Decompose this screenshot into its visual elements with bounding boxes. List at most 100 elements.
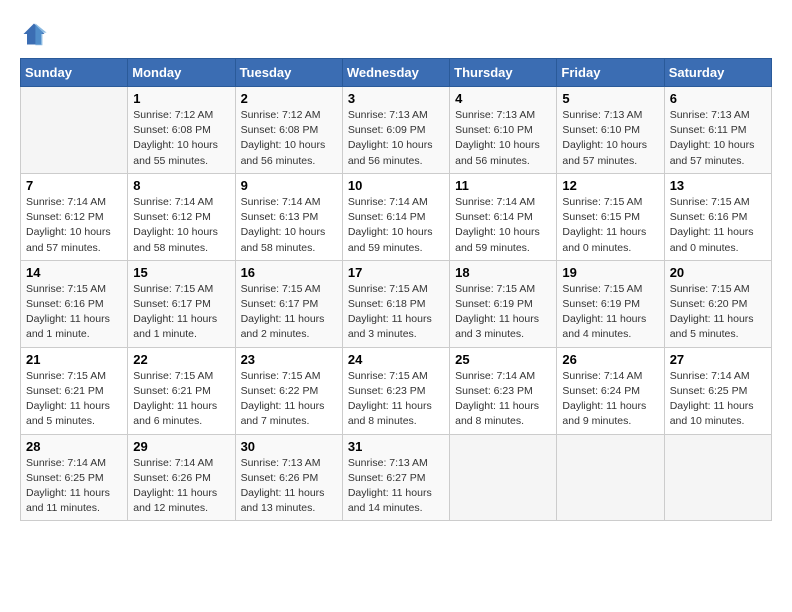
day-number: 18: [455, 265, 551, 280]
calendar-cell: 31 Sunrise: 7:13 AM Sunset: 6:27 PM Dayli…: [342, 434, 449, 521]
calendar-cell: 14 Sunrise: 7:15 AM Sunset: 6:16 PM Dayli…: [21, 260, 128, 347]
day-info: Sunrise: 7:15 AM Sunset: 6:18 PM Dayligh…: [348, 282, 444, 343]
calendar-cell: 16Sunrise: 7:15 AM Sunset: 6:17 PM Dayli…: [235, 260, 342, 347]
day-info: Sunrise: 7:15 AM Sunset: 6:21 PM Dayligh…: [26, 369, 122, 430]
logo: [20, 20, 52, 48]
day-number: 11: [455, 178, 551, 193]
day-info: Sunrise: 7:14 AM Sunset: 6:25 PM Dayligh…: [670, 369, 766, 430]
day-info: Sunrise: 7:12 AM Sunset: 6:08 PM Dayligh…: [241, 108, 337, 169]
header-day-monday: Monday: [128, 59, 235, 87]
day-info: Sunrise: 7:14 AM Sunset: 6:23 PM Dayligh…: [455, 369, 551, 430]
calendar-cell: 21 Sunrise: 7:15 AM Sunset: 6:21 PM Dayli…: [21, 347, 128, 434]
calendar-cell: [21, 87, 128, 174]
day-number: 9: [241, 178, 337, 193]
calendar-cell: 13Sunrise: 7:15 AM Sunset: 6:16 PM Dayli…: [664, 173, 771, 260]
calendar-cell: 25 Sunrise: 7:14 AM Sunset: 6:23 PM Dayli…: [450, 347, 557, 434]
header-day-saturday: Saturday: [664, 59, 771, 87]
day-info: Sunrise: 7:15 AM Sunset: 6:17 PM Dayligh…: [133, 282, 229, 343]
day-info: Sunrise: 7:13 AM Sunset: 6:09 PM Dayligh…: [348, 108, 444, 169]
day-info: Sunrise: 7:15 AM Sunset: 6:21 PM Dayligh…: [133, 369, 229, 430]
day-info: Sunrise: 7:14 AM Sunset: 6:26 PM Dayligh…: [133, 456, 229, 517]
day-number: 10: [348, 178, 444, 193]
day-number: 16: [241, 265, 337, 280]
day-info: Sunrise: 7:15 AM Sunset: 6:16 PM Dayligh…: [670, 195, 766, 256]
calendar-cell: 9 Sunrise: 7:14 AM Sunset: 6:13 PM Daylig…: [235, 173, 342, 260]
calendar-cell: [450, 434, 557, 521]
day-info: Sunrise: 7:15 AM Sunset: 6:15 PM Dayligh…: [562, 195, 658, 256]
calendar-cell: [664, 434, 771, 521]
day-info: Sunrise: 7:13 AM Sunset: 6:10 PM Dayligh…: [455, 108, 551, 169]
week-row-2: 7 Sunrise: 7:14 AM Sunset: 6:12 PM Daylig…: [21, 173, 772, 260]
day-info: Sunrise: 7:14 AM Sunset: 6:25 PM Dayligh…: [26, 456, 122, 517]
day-info: Sunrise: 7:15 AM Sunset: 6:22 PM Dayligh…: [241, 369, 337, 430]
week-row-4: 21 Sunrise: 7:15 AM Sunset: 6:21 PM Dayli…: [21, 347, 772, 434]
week-row-3: 14 Sunrise: 7:15 AM Sunset: 6:16 PM Dayli…: [21, 260, 772, 347]
day-info: Sunrise: 7:15 AM Sunset: 6:19 PM Dayligh…: [562, 282, 658, 343]
calendar-cell: 26 Sunrise: 7:14 AM Sunset: 6:24 PM Dayli…: [557, 347, 664, 434]
day-info: Sunrise: 7:12 AM Sunset: 6:08 PM Dayligh…: [133, 108, 229, 169]
day-info: Sunrise: 7:14 AM Sunset: 6:24 PM Dayligh…: [562, 369, 658, 430]
calendar-cell: 8Sunrise: 7:14 AM Sunset: 6:12 PM Daylig…: [128, 173, 235, 260]
day-number: 8: [133, 178, 229, 193]
calendar-cell: 1Sunrise: 7:12 AM Sunset: 6:08 PM Daylig…: [128, 87, 235, 174]
day-number: 4: [455, 91, 551, 106]
day-number: 29: [133, 439, 229, 454]
day-info: Sunrise: 7:14 AM Sunset: 6:13 PM Dayligh…: [241, 195, 337, 256]
day-info: Sunrise: 7:13 AM Sunset: 6:11 PM Dayligh…: [670, 108, 766, 169]
header-day-wednesday: Wednesday: [342, 59, 449, 87]
calendar-cell: 19Sunrise: 7:15 AM Sunset: 6:19 PM Dayli…: [557, 260, 664, 347]
day-info: Sunrise: 7:14 AM Sunset: 6:12 PM Dayligh…: [26, 195, 122, 256]
calendar-cell: 28 Sunrise: 7:14 AM Sunset: 6:25 PM Dayli…: [21, 434, 128, 521]
calendar-cell: 22 Sunrise: 7:15 AM Sunset: 6:21 PM Dayli…: [128, 347, 235, 434]
day-number: 14: [26, 265, 122, 280]
calendar-table: SundayMondayTuesdayWednesdayThursdayFrid…: [20, 58, 772, 521]
header-day-sunday: Sunday: [21, 59, 128, 87]
day-info: Sunrise: 7:13 AM Sunset: 6:10 PM Dayligh…: [562, 108, 658, 169]
calendar-cell: 23 Sunrise: 7:15 AM Sunset: 6:22 PM Dayli…: [235, 347, 342, 434]
day-number: 23: [241, 352, 337, 367]
day-info: Sunrise: 7:14 AM Sunset: 6:14 PM Dayligh…: [455, 195, 551, 256]
calendar-cell: 27 Sunrise: 7:14 AM Sunset: 6:25 PM Dayli…: [664, 347, 771, 434]
calendar-cell: 7 Sunrise: 7:14 AM Sunset: 6:12 PM Daylig…: [21, 173, 128, 260]
calendar-cell: 11 Sunrise: 7:14 AM Sunset: 6:14 PM Dayli…: [450, 173, 557, 260]
day-info: Sunrise: 7:15 AM Sunset: 6:16 PM Dayligh…: [26, 282, 122, 343]
calendar-cell: 30Sunrise: 7:13 AM Sunset: 6:26 PM Dayli…: [235, 434, 342, 521]
week-row-5: 28 Sunrise: 7:14 AM Sunset: 6:25 PM Dayli…: [21, 434, 772, 521]
header-row: SundayMondayTuesdayWednesdayThursdayFrid…: [21, 59, 772, 87]
day-number: 31: [348, 439, 444, 454]
week-row-1: 1Sunrise: 7:12 AM Sunset: 6:08 PM Daylig…: [21, 87, 772, 174]
day-info: Sunrise: 7:13 AM Sunset: 6:27 PM Dayligh…: [348, 456, 444, 517]
calendar-cell: 29 Sunrise: 7:14 AM Sunset: 6:26 PM Dayli…: [128, 434, 235, 521]
day-number: 5: [562, 91, 658, 106]
day-number: 25: [455, 352, 551, 367]
day-number: 3: [348, 91, 444, 106]
day-number: 6: [670, 91, 766, 106]
day-number: 2: [241, 91, 337, 106]
day-number: 22: [133, 352, 229, 367]
calendar-cell: 20Sunrise: 7:15 AM Sunset: 6:20 PM Dayli…: [664, 260, 771, 347]
calendar-cell: 4 Sunrise: 7:13 AM Sunset: 6:10 PM Daylig…: [450, 87, 557, 174]
day-number: 27: [670, 352, 766, 367]
day-info: Sunrise: 7:15 AM Sunset: 6:19 PM Dayligh…: [455, 282, 551, 343]
calendar-cell: 17 Sunrise: 7:15 AM Sunset: 6:18 PM Dayli…: [342, 260, 449, 347]
header-day-friday: Friday: [557, 59, 664, 87]
header-day-tuesday: Tuesday: [235, 59, 342, 87]
day-number: 28: [26, 439, 122, 454]
calendar-cell: 18 Sunrise: 7:15 AM Sunset: 6:19 PM Dayli…: [450, 260, 557, 347]
calendar-cell: 12 Sunrise: 7:15 AM Sunset: 6:15 PM Dayli…: [557, 173, 664, 260]
day-number: 17: [348, 265, 444, 280]
calendar-cell: 10 Sunrise: 7:14 AM Sunset: 6:14 PM Dayli…: [342, 173, 449, 260]
day-info: Sunrise: 7:15 AM Sunset: 6:20 PM Dayligh…: [670, 282, 766, 343]
day-number: 7: [26, 178, 122, 193]
day-info: Sunrise: 7:14 AM Sunset: 6:14 PM Dayligh…: [348, 195, 444, 256]
day-number: 24: [348, 352, 444, 367]
day-info: Sunrise: 7:15 AM Sunset: 6:23 PM Dayligh…: [348, 369, 444, 430]
header-day-thursday: Thursday: [450, 59, 557, 87]
day-number: 26: [562, 352, 658, 367]
day-number: 21: [26, 352, 122, 367]
day-info: Sunrise: 7:13 AM Sunset: 6:26 PM Dayligh…: [241, 456, 337, 517]
day-number: 12: [562, 178, 658, 193]
day-number: 15: [133, 265, 229, 280]
calendar-cell: 24 Sunrise: 7:15 AM Sunset: 6:23 PM Dayli…: [342, 347, 449, 434]
page-header: [20, 20, 772, 48]
